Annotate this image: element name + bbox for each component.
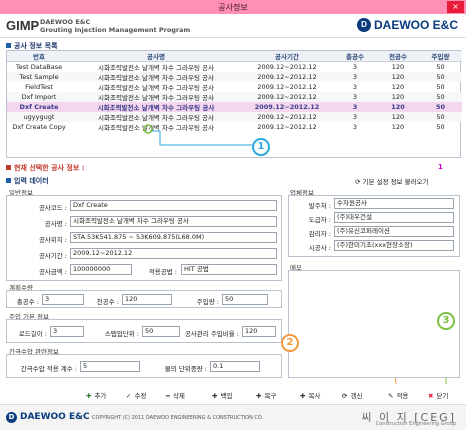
inject-ratio-field[interactable]: 120 <box>242 326 276 337</box>
selected-project-count: 1 <box>438 163 443 171</box>
plan-drill-field[interactable]: 120 <box>122 294 172 305</box>
input-section-title-text: 입력 데이터 <box>14 177 49 185</box>
project-period-label: 공사기간 : <box>38 252 67 260</box>
owner-label: 발주처 : <box>308 202 331 210</box>
callout-2-badge: 2 <box>281 334 299 352</box>
backup-button[interactable]: ✚ 백업 <box>212 390 232 400</box>
general-info-box: 공사코드 : Dxf Create 공사명 : 시화조력발전소 날개벽 차수 그… <box>6 195 282 281</box>
copyright-text: COPYRIGHT (C) 2011 DAEWOO ENGINEERING & … <box>92 415 264 421</box>
plan-inject-label: 주입량 : <box>196 298 219 306</box>
selected-project-label: 현재 선택한 공사 정보 : <box>6 163 85 173</box>
add-button[interactable]: ✚ 추가 <box>86 390 106 400</box>
copy-button-label: 복사 <box>308 392 321 400</box>
project-code-field[interactable]: Dxf Create <box>70 200 277 211</box>
restore-button[interactable]: ✚ 복구 <box>256 390 276 400</box>
rod-length-label: 로드길이 : <box>18 330 47 338</box>
project-code-label: 공사코드 : <box>38 204 67 212</box>
backup-button-label: 백업 <box>220 392 233 400</box>
plan-quantity-box: 총공수 : 3 천공수 : 120 주입량 : 50 <box>6 290 282 308</box>
water-weight-label: 물의 단위중량 : <box>164 365 207 373</box>
daewoo-footer-logo-icon: D <box>6 412 17 423</box>
footer-logo-text: DAEWOO E&C <box>20 412 90 422</box>
section-bullet-icon <box>6 165 11 170</box>
pore-coef-label: 간극수압 적용 계수 : <box>20 365 77 373</box>
project-name-field[interactable]: 시화조력발전소 날개벽 차수 그라우팅 공사 <box>70 216 277 227</box>
interval-info-box: 간극수압 적용 계수 : 5 물의 단위중량 : 0.1 <box>6 354 282 378</box>
check-icon: ✓ <box>126 392 132 400</box>
footer: D DAEWOO E&C COPYRIGHT (C) 2011 DAEWOO EN… <box>0 404 466 430</box>
backup-plus-icon: ✚ <box>212 392 218 400</box>
refresh-button-label: 갱신 <box>350 392 363 400</box>
refresh-icon: ⟳ <box>355 178 363 186</box>
footer-logo: D DAEWOO E&C <box>6 412 90 423</box>
contractor-label: 도급자 : <box>308 216 331 224</box>
ceg-subtitle: Construction Engineering Group <box>375 421 456 427</box>
project-period-field[interactable]: 2009.12~2012.12 <box>70 248 277 259</box>
callout-1-target-icon <box>143 124 153 134</box>
contractor-field[interactable]: (주)대우건설 <box>334 212 454 223</box>
rod-length-field[interactable]: 3 <box>50 326 84 337</box>
reload-defaults-button[interactable]: ⟳ 기본 설정 정보 불러오기 <box>355 176 429 186</box>
action-toolbar: ✚ 추가 ✓ 수정 ━ 삭제 ✚ 백업 ✚ 복구 ✚ 복사 ⟳ 갱신 ✎ 적용 ✖ 닫기 <box>0 388 466 404</box>
delete-button-label: 삭제 <box>172 392 185 400</box>
project-name-label: 공사명 : <box>44 220 67 228</box>
step-unit-field[interactable]: 50 <box>142 326 180 337</box>
basic-info-box: 로드길이 : 3 스텝업단위 : 50 공사관리 주입비율 : 120 <box>6 319 282 343</box>
close-button[interactable]: ✖ 닫기 <box>428 390 448 400</box>
memo-textarea[interactable] <box>288 270 460 378</box>
edit-button[interactable]: ✓ 수정 <box>126 390 146 400</box>
delete-button[interactable]: ━ 삭제 <box>166 390 185 400</box>
water-weight-field[interactable]: 0.1 <box>210 361 260 372</box>
method-field[interactable]: HIT 공법 <box>181 264 277 275</box>
input-section-title: 입력 데이터 <box>6 176 49 186</box>
callout-1-line <box>150 130 252 146</box>
copy-button[interactable]: ✚ 복사 <box>300 390 320 400</box>
close-icon: ✖ <box>428 392 434 400</box>
section-bullet-icon <box>6 178 11 183</box>
pore-coef-field[interactable]: 5 <box>80 361 140 372</box>
minus-icon: ━ <box>166 392 170 400</box>
plus-icon: ✚ <box>86 392 92 400</box>
callout-3-badge: 3 <box>437 312 455 330</box>
builder-field[interactable]: (주)한미기초(xxx현장소장) <box>334 240 454 251</box>
refresh-button[interactable]: ⟳ 갱신 <box>342 390 362 400</box>
step-unit-label: 스텝업단위 : <box>104 330 139 338</box>
reload-defaults-label: 기본 설정 정보 불러오기 <box>362 178 429 186</box>
project-location-label: 공사위치 : <box>38 236 67 244</box>
plan-total-label: 총공수 : <box>16 298 39 306</box>
supervisor-field[interactable]: (주)유신코퍼레이션 <box>334 226 454 237</box>
add-button-label: 추가 <box>94 392 107 400</box>
restore-plus-icon: ✚ <box>256 392 262 400</box>
plan-drill-label: 천공수 : <box>96 298 119 306</box>
apply-button[interactable]: ✎ 적용 <box>388 390 408 400</box>
callout-1-badge: 1 <box>252 138 270 156</box>
method-label: 적용공법 : <box>148 268 177 276</box>
close-button-label: 닫기 <box>436 392 449 400</box>
selected-project-label-text: 현재 선택한 공사 정보 : <box>14 164 85 172</box>
owner-field[interactable]: 수자원공사 <box>334 198 454 209</box>
plan-inject-field[interactable]: 50 <box>222 294 268 305</box>
restore-button-label: 복구 <box>264 392 277 400</box>
apply-button-label: 적용 <box>396 392 409 400</box>
pencil-icon: ✎ <box>388 392 394 400</box>
project-amount-field[interactable]: 100000000 <box>70 264 132 275</box>
supervisor-label: 감리자 : <box>308 230 331 238</box>
refresh-icon: ⟳ <box>342 392 348 400</box>
company-info-box: 발주처 : 수자원공사 도급자 : (주)대우건설 감리자 : (주)유신코퍼레… <box>288 195 460 257</box>
edit-button-label: 수정 <box>134 392 147 400</box>
project-location-field[interactable]: STA.53K541.875 ~ 53K609.875(L68.0M) <box>70 232 277 243</box>
builder-label: 시공사 : <box>308 244 331 252</box>
inject-ratio-label: 공사관리 주입비율 : <box>184 330 239 338</box>
copy-plus-icon: ✚ <box>300 392 306 400</box>
project-amount-label: 공사금액 : <box>38 268 67 276</box>
plan-total-field[interactable]: 3 <box>42 294 84 305</box>
